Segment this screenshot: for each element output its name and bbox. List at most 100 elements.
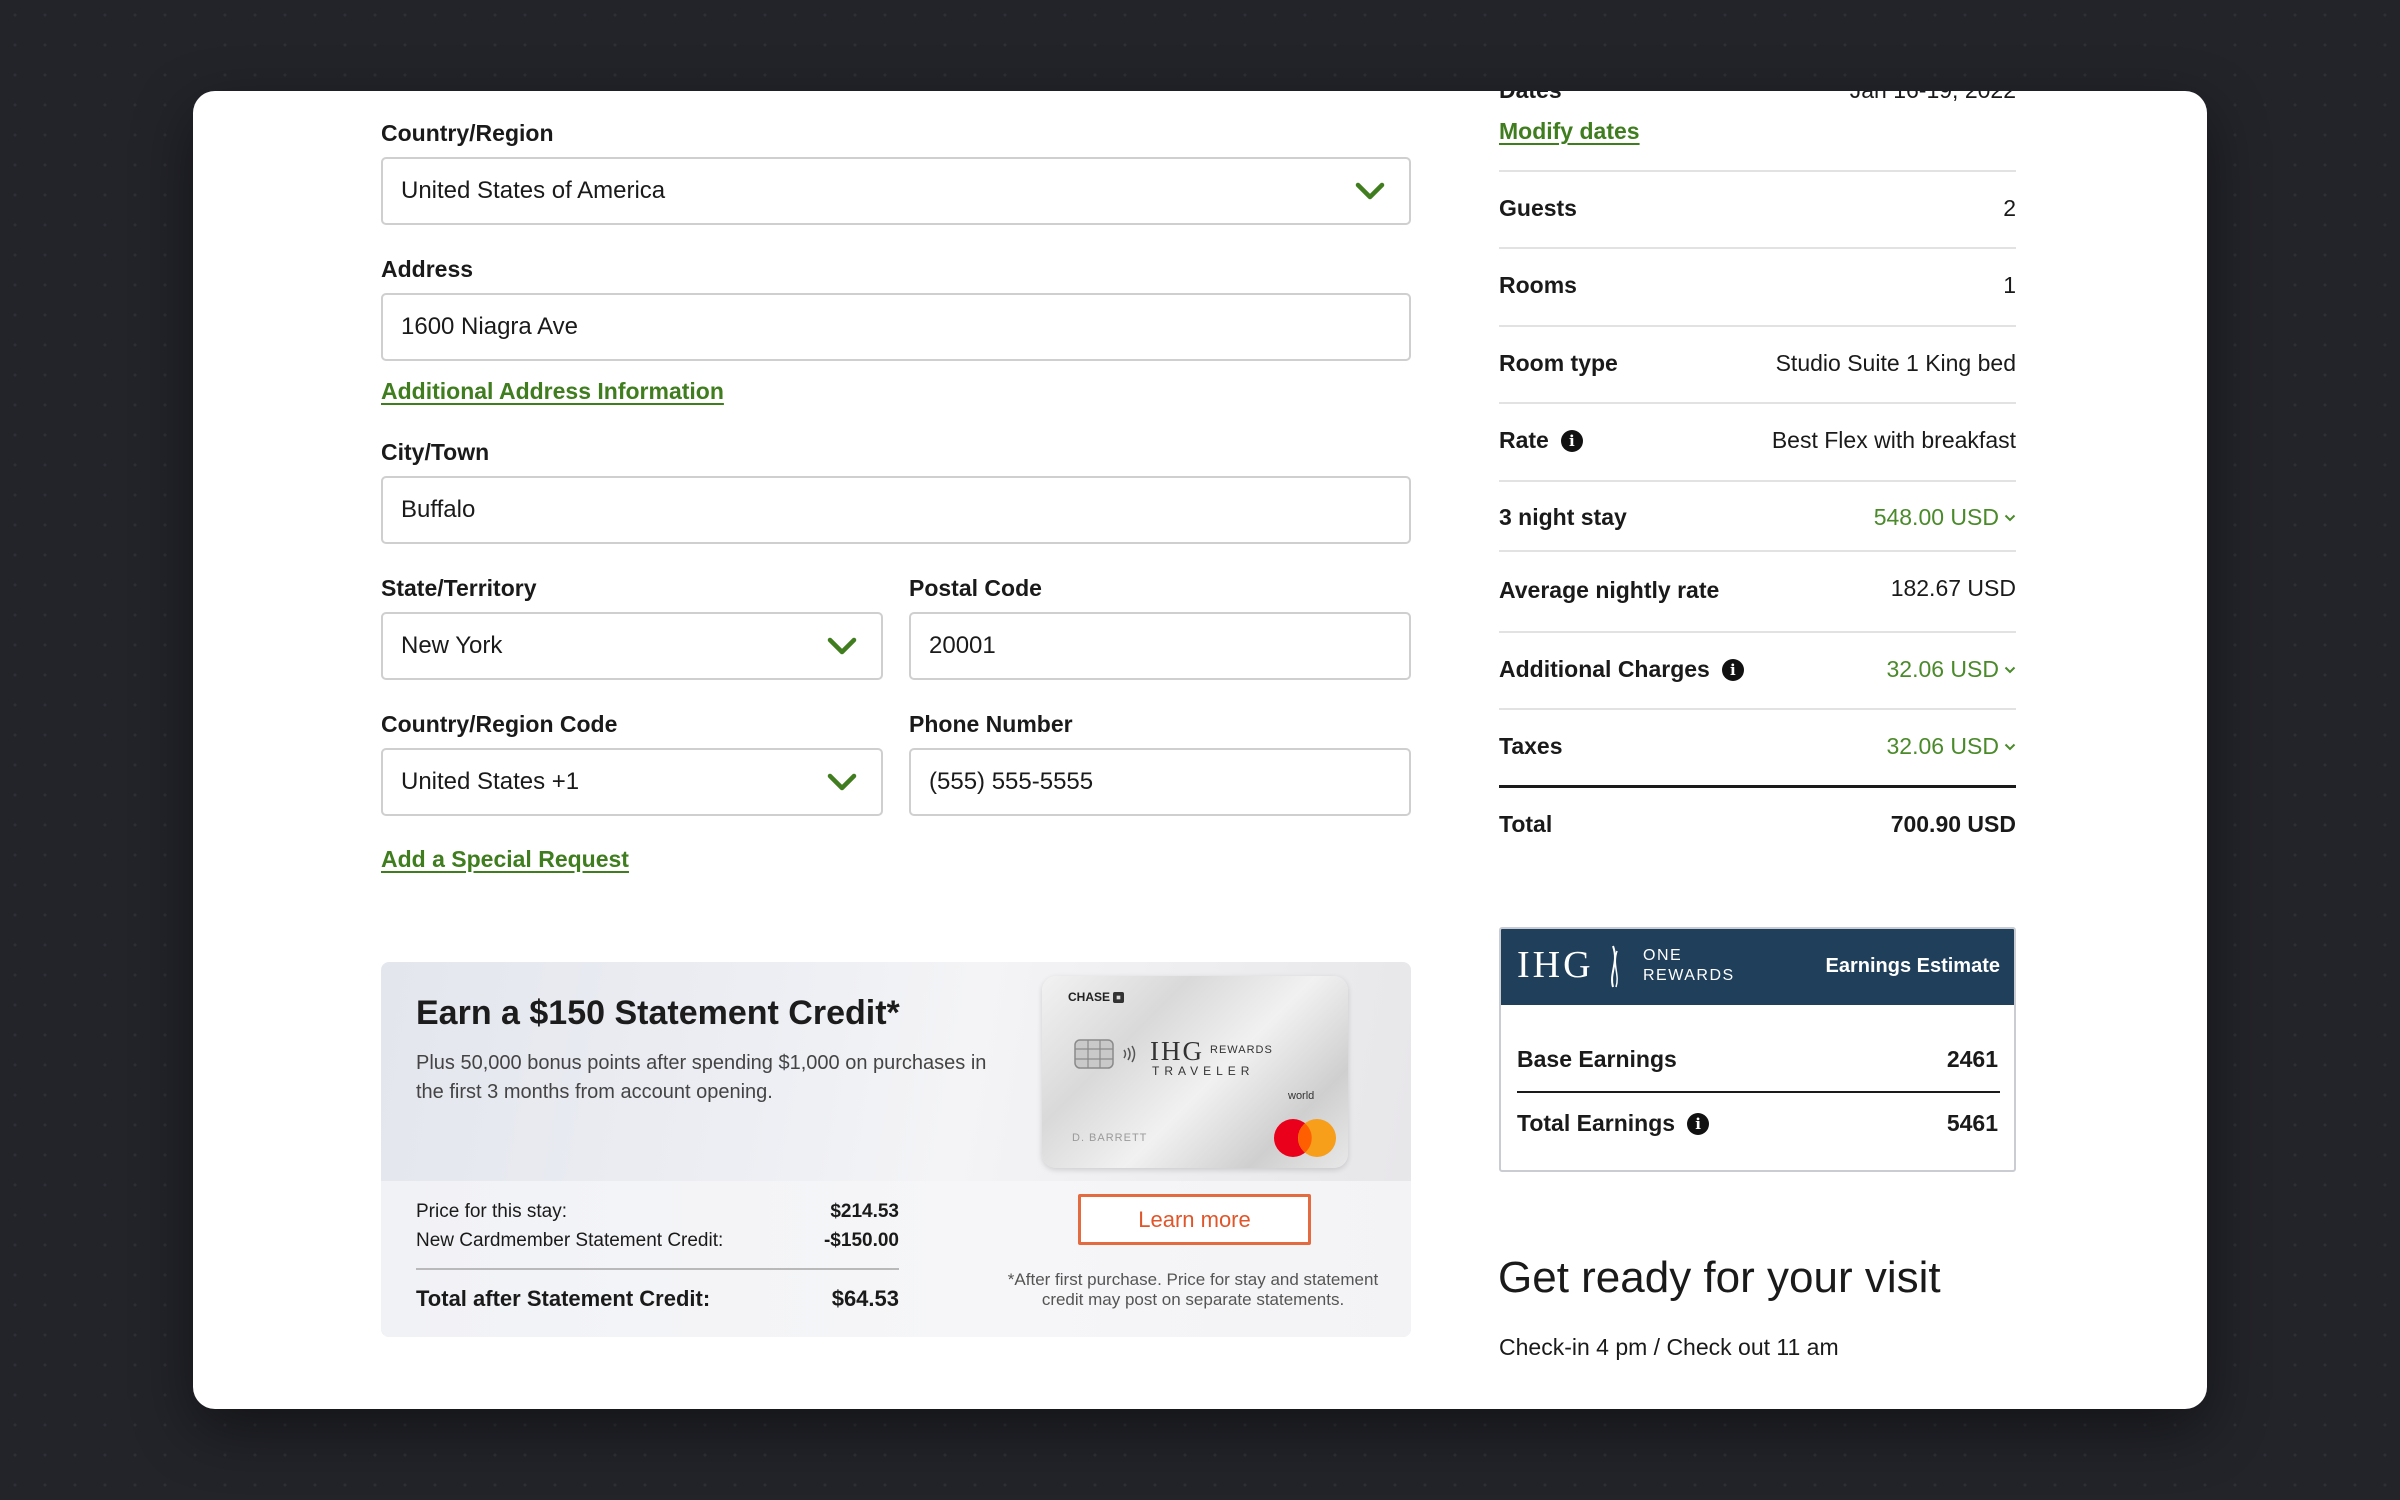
price-divider — [416, 1268, 899, 1270]
promo-title: Earn a $150 Statement Credit* — [416, 994, 900, 1032]
avg-rate-value: 182.67 USD — [1890, 575, 2016, 601]
additional-charges-label: Additional Charges — [1499, 656, 1710, 682]
additional-charges-row-label: Additional Charges i — [1499, 656, 1744, 683]
summary-divider — [1499, 402, 2016, 404]
dates-label: Dates — [1499, 91, 1562, 104]
info-icon[interactable]: i — [1687, 1112, 1710, 1135]
stay-label: 3 night stay — [1499, 504, 1627, 530]
country-code-value: United States +1 — [401, 768, 580, 795]
address-field[interactable]: 1600 Niagra Ave — [381, 293, 1411, 361]
credit-card-promo: Earn a $150 Statement Credit* Plus 50,00… — [381, 962, 1411, 1337]
postal-label: Postal Code — [909, 575, 1042, 601]
total-earnings-value: 5461 — [1946, 1110, 1998, 1136]
card-tier: TRAVELER — [1152, 1064, 1255, 1078]
total-earnings-row-label: Total Earnings i — [1517, 1110, 1710, 1137]
summary-divider — [1499, 247, 2016, 249]
visit-heading: Get ready for your visit — [1498, 1253, 1941, 1302]
info-icon[interactable]: i — [1560, 429, 1583, 452]
modify-dates-link[interactable]: Modify dates — [1499, 118, 1640, 145]
country-code-label: Country/Region Code — [381, 711, 618, 737]
total-label: Total — [1499, 811, 1553, 837]
credit-value: -$150.00 — [823, 1230, 899, 1251]
learn-more-button[interactable]: Learn more — [1078, 1194, 1311, 1245]
price-label: Price for this stay: — [416, 1201, 567, 1222]
rate-value: Best Flex with breakfast — [1771, 427, 2016, 453]
city-label: City/Town — [381, 439, 490, 465]
chevron-down-icon — [827, 637, 857, 655]
chevron-down-icon — [2004, 666, 2016, 673]
browser-window: Country/Region United States of America … — [193, 91, 2207, 1409]
ihg-logo: IHG — [1517, 944, 1594, 986]
summary-divider — [1499, 325, 2016, 327]
room-type-label: Room type — [1499, 350, 1618, 376]
postal-value: 20001 — [929, 632, 996, 659]
summary-divider — [1499, 480, 2016, 482]
taxes-value: 32.06 USD — [1886, 733, 1999, 759]
special-request-link[interactable]: Add a Special Request — [381, 846, 629, 873]
phone-label: Phone Number — [909, 711, 1073, 737]
country-label: Country/Region — [381, 120, 554, 146]
rooms-value: 1 — [2003, 272, 2016, 298]
price-value: $214.53 — [830, 1201, 899, 1222]
total-after-credit-label: Total after Statement Credit: — [416, 1286, 711, 1311]
additional-address-link[interactable]: Additional Address Information — [381, 378, 724, 405]
additional-charges-value: 32.06 USD — [1886, 656, 1999, 682]
rooms-label: Rooms — [1499, 272, 1577, 298]
phone-value: (555) 555-5555 — [929, 768, 1094, 795]
checkin-times: Check-in 4 pm / Check out 11 am — [1499, 1334, 1839, 1360]
rewards-header: IHG ONE REWARDS Earnings Estimate — [1501, 929, 2014, 1005]
earnings-estimate-title: Earnings Estimate — [1825, 955, 2000, 977]
summary-divider — [1499, 170, 2016, 172]
program-line-2: REWARDS — [1643, 967, 1735, 984]
promo-subtitle: Plus 50,000 bonus points after spending … — [416, 1052, 987, 1103]
country-select[interactable]: United States of America — [381, 157, 1411, 225]
earnings-divider — [1517, 1091, 2000, 1093]
card-rewards: REWARDS — [1210, 1044, 1273, 1056]
phone-field[interactable]: (555) 555-5555 — [909, 748, 1411, 816]
credit-label: New Cardmember Statement Credit: — [416, 1230, 724, 1251]
base-earnings-label: Base Earnings — [1517, 1046, 1677, 1072]
base-earnings-value: 2461 — [1946, 1046, 1998, 1072]
stay-value: 548.00 USD — [1873, 504, 1999, 530]
guests-label: Guests — [1499, 195, 1577, 221]
country-code-select[interactable]: United States +1 — [381, 748, 883, 816]
chevron-down-icon — [2004, 743, 2016, 750]
promo-disclaimer: *After first purchase. Price for stay an… — [1007, 1270, 1379, 1309]
additional-charges-toggle[interactable]: 32.06 USD — [1886, 656, 2016, 683]
chevron-down-icon — [2004, 514, 2016, 521]
city-field[interactable]: Buffalo — [381, 476, 1411, 544]
address-label: Address — [381, 256, 474, 282]
city-value: Buffalo — [401, 496, 476, 523]
ihg-flame-icon — [1611, 945, 1618, 988]
total-divider — [1499, 785, 2016, 788]
avg-rate-label: Average nightly rate — [1499, 577, 1720, 603]
taxes-label: Taxes — [1499, 733, 1563, 759]
address-value: 1600 Niagra Ave — [401, 313, 579, 340]
card-network-tier: world — [1288, 1090, 1315, 1102]
total-earnings-label: Total Earnings — [1517, 1110, 1676, 1136]
rewards-earnings-box: IHG ONE REWARDS Earnings Estimate Base E… — [1499, 927, 2016, 1172]
rate-label: Rate — [1499, 427, 1549, 453]
card-brand: IHG — [1150, 1036, 1204, 1066]
total-value: 700.90 USD — [1890, 811, 2016, 837]
summary-divider — [1499, 708, 2016, 710]
stay-value-toggle[interactable]: 548.00 USD — [1874, 504, 2016, 531]
total-after-credit-value: $64.53 — [831, 1286, 899, 1311]
state-select[interactable]: New York — [381, 612, 883, 680]
summary-divider — [1499, 550, 2016, 552]
state-value: New York — [401, 632, 503, 659]
checkout-page: Country/Region United States of America … — [193, 91, 2207, 1409]
taxes-toggle[interactable]: 32.06 USD — [1886, 733, 2016, 760]
chase-logo-icon — [1113, 991, 1125, 1003]
postal-field[interactable]: 20001 — [909, 612, 1411, 680]
chevron-down-icon — [1355, 182, 1385, 200]
mastercard-logo-icon — [1274, 1119, 1336, 1157]
chevron-down-icon — [827, 773, 857, 791]
credit-card-image: CHASE IHG REWARDS TRAVELER world D. BARR… — [1042, 976, 1348, 1168]
card-bank: CHASE — [1068, 990, 1111, 1004]
state-label: State/Territory — [381, 575, 537, 601]
summary-divider — [1499, 631, 2016, 633]
contactless-icon — [1123, 1045, 1136, 1063]
card-holder: D. BARRETT — [1072, 1132, 1148, 1144]
info-icon[interactable]: i — [1721, 658, 1744, 681]
